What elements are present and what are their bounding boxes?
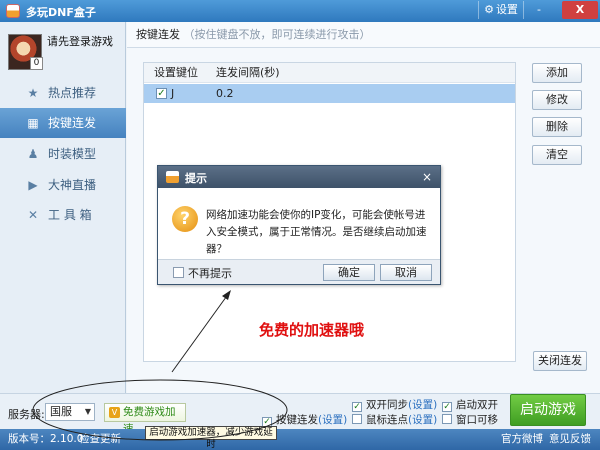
auto-dual-label: 启动双开 — [456, 399, 498, 411]
sidebar-item-fashion[interactable]: ♟ 时装模型 — [0, 139, 126, 169]
clear-button[interactable]: 清空 — [532, 145, 582, 165]
server-label: 服务器: — [8, 408, 45, 421]
sidebar-item-label: 时装模型 — [48, 147, 97, 161]
free-accelerator-button[interactable]: V 免费游戏加速 — [104, 403, 186, 435]
edit-button[interactable]: 修改 — [532, 90, 582, 110]
minimize-button[interactable]: - — [528, 1, 550, 19]
sidebar-item-label: 按键连发 — [48, 116, 97, 130]
mouse-click-option[interactable]: 鼠标连点(设置) — [352, 412, 437, 427]
sidebar-item-label: 热点推荐 — [48, 86, 97, 100]
sidebar-item-label: 大神直播 — [48, 178, 97, 192]
key-burst-option[interactable]: ✓ 按键连发(设置) — [262, 412, 347, 427]
window-move-option[interactable]: 窗口可移 — [442, 412, 498, 427]
close-burst-button[interactable]: 关闭连发 — [533, 351, 587, 371]
column-header-interval: 连发间隔(秒) — [216, 66, 280, 79]
row-key: J — [171, 87, 175, 100]
delete-button[interactable]: 删除 — [532, 117, 582, 137]
auto-dual-option[interactable]: ✓ 启动双开 — [442, 397, 498, 412]
mouse-click-checkbox[interactable] — [352, 414, 362, 424]
promo-text: 免费的加速器哦 — [259, 321, 365, 339]
bottom-bar: 服务器: 国服 ▼ V 免费游戏加速 ✓按键连发(设置) ✓双开同步(设置) 鼠… — [0, 393, 600, 435]
dialog-close-button[interactable]: × — [418, 169, 436, 185]
sidebar-item-label: 工 具 箱 — [48, 208, 92, 222]
star-icon: ★ — [27, 86, 39, 100]
key-burst-settings-link[interactable]: (设置) — [318, 414, 347, 426]
server-select[interactable]: 国服 ▼ — [45, 403, 95, 421]
sidebar-item-toolbox[interactable]: ✕ 工 具 箱 — [0, 200, 126, 230]
feedback-link[interactable]: 意见反馈 — [549, 429, 591, 450]
play-icon: ▶ — [28, 178, 38, 192]
app-title: 多玩DNF盒子 — [26, 6, 96, 19]
breadcrumb-hint: （按住键盘不放，即可连续进行攻击） — [183, 28, 371, 41]
row-interval: 0.2 — [216, 87, 234, 100]
sidebar-item-live[interactable]: ▶ 大神直播 — [0, 170, 126, 200]
settings-button[interactable]: ⚙ 设置 — [478, 1, 524, 19]
question-icon: ? — [172, 206, 198, 232]
table-header: 设置键位 连发间隔(秒) — [144, 63, 515, 83]
close-button[interactable]: X — [562, 1, 598, 19]
table-row[interactable]: ✓ J 0.2 — [144, 84, 515, 103]
breadcrumb-title: 按键连发 — [136, 28, 180, 41]
dialog-title-bar: 提示 × — [158, 166, 440, 188]
shirt-icon: ♟ — [27, 147, 39, 161]
no-more-checkbox[interactable] — [173, 267, 184, 278]
window-move-checkbox[interactable] — [442, 414, 452, 424]
avatar-badge: 0 — [30, 57, 43, 70]
dialog-message: 网络加速功能会使你的IP变化，可能会使帐号进入安全模式，属于正常情况。是否继续启… — [206, 209, 427, 255]
dialog-title: 提示 — [185, 172, 207, 185]
server-value: 国服 — [50, 405, 72, 418]
dual-sync-label: 双开同步 — [366, 399, 408, 411]
tools-icon: ✕ — [27, 208, 39, 222]
cancel-button[interactable]: 取消 — [380, 264, 432, 281]
chevron-down-icon: ▼ — [84, 407, 91, 416]
settings-label: 设置 — [495, 3, 518, 16]
version-text: 版本号：2.10.0 — [8, 433, 84, 445]
official-weibo-link[interactable]: 官方微博 — [501, 429, 543, 450]
check-update-link[interactable]: 检查更新 — [79, 429, 121, 450]
start-game-button[interactable]: 启动游戏 — [510, 394, 586, 426]
dialog-logo-icon — [166, 171, 179, 183]
keyboard-icon: ▦ — [27, 116, 39, 130]
dual-sync-settings-link[interactable]: (设置) — [408, 399, 437, 411]
sidebar: 0 请先登录游戏 ★ 热点推荐 ▦ 按键连发 ♟ 时装模型 ▶ 大神直播 ✕ 工… — [0, 22, 126, 429]
app-logo-icon — [6, 4, 20, 18]
accelerator-icon: V — [109, 407, 120, 418]
breadcrumb: 按键连发 （按住键盘不放，即可连续进行攻击） — [127, 22, 600, 48]
status-bar: 版本号：2.10.0 检查更新 官方微博 意见反馈 — [0, 429, 600, 450]
dialog-footer: 不再提示 确定 取消 — [158, 259, 440, 284]
accelerator-tooltip: 启动游戏加速器，减少游戏延时 — [145, 426, 277, 450]
dual-sync-option[interactable]: ✓ 双开同步(设置) — [352, 397, 437, 412]
sidebar-item-hot[interactable]: ★ 热点推荐 — [0, 78, 126, 108]
title-bar: 多玩DNF盒子 ⚙ 设置 - X — [0, 0, 600, 22]
mouse-click-settings-link[interactable]: (设置) — [408, 414, 437, 426]
no-more-label[interactable]: 不再提示 — [188, 265, 232, 281]
add-button[interactable]: 添加 — [532, 63, 582, 83]
mouse-click-label: 鼠标连点 — [366, 414, 408, 426]
key-burst-label: 按键连发 — [276, 414, 318, 426]
gear-icon: ⚙ — [484, 3, 494, 16]
ok-button[interactable]: 确定 — [323, 264, 375, 281]
confirm-dialog: 提示 × ? 网络加速功能会使你的IP变化，可能会使帐号进入安全模式，属于正常情… — [157, 165, 441, 285]
auto-dual-checkbox[interactable]: ✓ — [442, 402, 452, 412]
login-prompt[interactable]: 请先登录游戏 — [47, 33, 113, 49]
column-header-key: 设置键位 — [154, 66, 198, 79]
sidebar-item-key-burst[interactable]: ▦ 按键连发 — [0, 108, 126, 138]
row-checkbox[interactable]: ✓ — [156, 88, 167, 99]
dual-sync-checkbox[interactable]: ✓ — [352, 402, 362, 412]
window-move-label: 窗口可移 — [456, 414, 498, 426]
promo-box: 免费的加速器哦 — [255, 307, 457, 359]
